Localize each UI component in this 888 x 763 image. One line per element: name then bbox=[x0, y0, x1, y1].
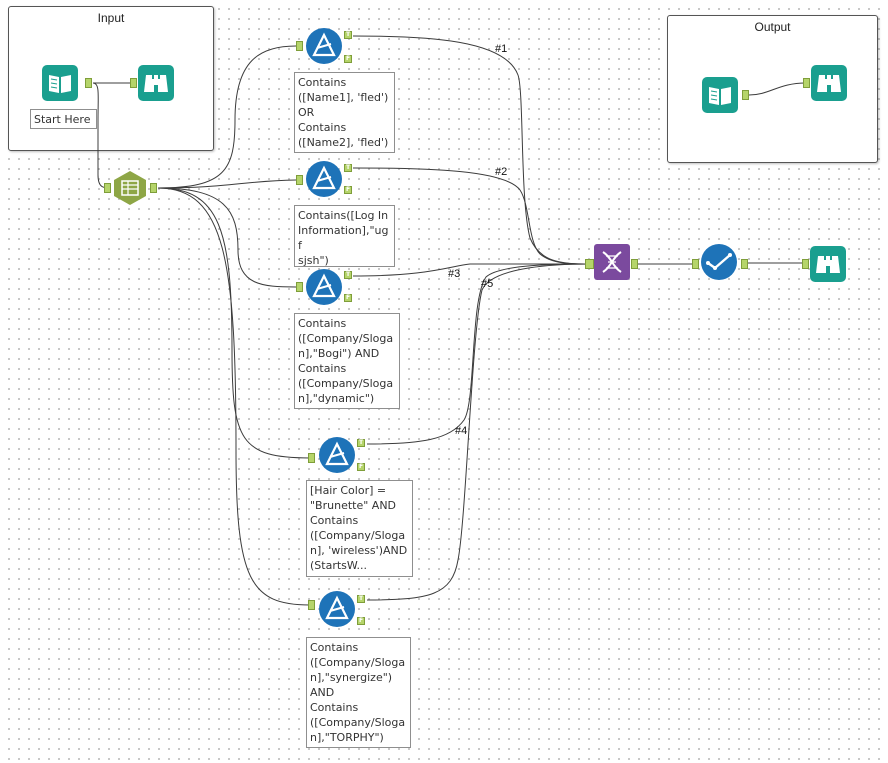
filter1-annotation[interactable]: Contains ([Name1], 'fled') OR Contains (… bbox=[294, 72, 395, 153]
book-open-icon bbox=[42, 65, 78, 101]
filter2-input-anchor[interactable] bbox=[296, 175, 303, 185]
filter4-annotation[interactable]: [Hair Color] = "Brunette" AND Contains (… bbox=[306, 480, 413, 577]
wire-label-2: #2 bbox=[495, 166, 508, 178]
check-tool[interactable] bbox=[701, 244, 737, 280]
filter3-input-anchor[interactable] bbox=[296, 282, 303, 292]
checkmark-flow-icon bbox=[701, 244, 737, 280]
input-data-output-anchor[interactable] bbox=[85, 78, 92, 88]
filter-icon bbox=[306, 161, 342, 197]
filter5-annotation[interactable]: Contains ([Company/Sloga n],"synergize")… bbox=[306, 637, 411, 748]
check-output-anchor[interactable] bbox=[741, 259, 748, 269]
filter3-false-anchor[interactable]: F bbox=[344, 294, 352, 302]
filter4-true-anchor[interactable]: T bbox=[357, 439, 365, 447]
check-input-anchor[interactable] bbox=[692, 259, 699, 269]
filter1-true-anchor[interactable]: T bbox=[344, 31, 352, 39]
filter1-tool[interactable] bbox=[306, 28, 342, 64]
dna-union-icon bbox=[594, 244, 630, 280]
filter2-annotation[interactable]: Contains([Log In Information],"ugf sjsh"… bbox=[294, 205, 395, 267]
book-open-icon bbox=[702, 77, 738, 113]
binoculars-icon bbox=[810, 246, 846, 282]
filter4-false-anchor[interactable]: F bbox=[357, 463, 365, 471]
filter-icon bbox=[319, 437, 355, 473]
wire-label-4: #4 bbox=[455, 425, 468, 437]
output-browse-anchor[interactable] bbox=[803, 78, 810, 88]
union-input-anchor[interactable] bbox=[585, 259, 594, 269]
filter-icon bbox=[306, 28, 342, 64]
filter2-tool[interactable] bbox=[306, 161, 342, 197]
connection-wires bbox=[92, 35, 807, 606]
select-tool[interactable] bbox=[112, 170, 148, 206]
filter-icon bbox=[319, 591, 355, 627]
filter4-tool[interactable] bbox=[319, 437, 355, 473]
output-input-anchor[interactable] bbox=[742, 90, 749, 100]
browse-input-anchor[interactable] bbox=[130, 78, 137, 88]
binoculars-icon bbox=[811, 65, 847, 101]
filter5-tool[interactable] bbox=[319, 591, 355, 627]
select-input-anchor[interactable] bbox=[104, 183, 111, 193]
browse-input-tool[interactable] bbox=[138, 65, 174, 101]
filter5-input-anchor[interactable] bbox=[308, 600, 315, 610]
wire-label-3: #3 bbox=[448, 268, 461, 280]
filter1-false-anchor[interactable]: F bbox=[344, 55, 352, 63]
filter2-false-anchor[interactable]: F bbox=[344, 186, 352, 194]
filter3-true-anchor[interactable]: T bbox=[344, 271, 352, 279]
browse-final-anchor[interactable] bbox=[802, 259, 809, 269]
wire-label-5: #5 bbox=[481, 278, 494, 290]
union-output-anchor[interactable] bbox=[631, 259, 638, 269]
filter5-true-anchor[interactable]: T bbox=[357, 595, 365, 603]
filter3-annotation[interactable]: Contains ([Company/Sloga n],"Bogi") AND … bbox=[294, 313, 400, 409]
output-input-tool[interactable] bbox=[702, 77, 738, 113]
wire-label-1: #1 bbox=[495, 43, 508, 55]
binoculars-icon bbox=[138, 65, 174, 101]
filter5-false-anchor[interactable]: F bbox=[357, 617, 365, 625]
output-browse-tool[interactable] bbox=[811, 65, 847, 101]
filter3-tool[interactable] bbox=[306, 269, 342, 305]
start-here-annotation[interactable]: Start Here bbox=[30, 109, 97, 129]
select-output-anchor[interactable] bbox=[150, 183, 157, 193]
filter-icon bbox=[306, 269, 342, 305]
filter2-true-anchor[interactable]: T bbox=[344, 164, 352, 172]
input-data-tool[interactable] bbox=[42, 65, 78, 101]
filter1-input-anchor[interactable] bbox=[296, 41, 303, 51]
browse-final-tool[interactable] bbox=[810, 246, 846, 282]
select-records-icon bbox=[114, 171, 146, 205]
filter4-input-anchor[interactable] bbox=[308, 453, 315, 463]
union-tool[interactable] bbox=[594, 244, 630, 280]
